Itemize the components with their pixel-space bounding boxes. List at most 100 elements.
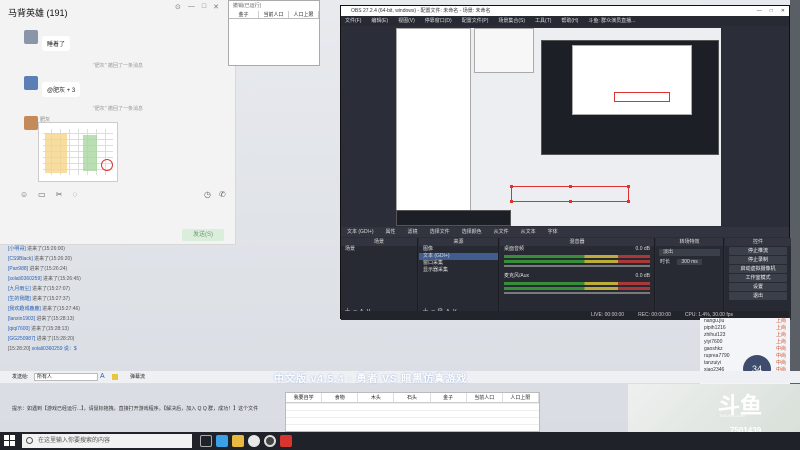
menu-scene-collection[interactable]: 场景集合(S)	[498, 16, 525, 26]
stream-overlay-text: 中文版 v4.5.4 · 勇者 VS 暗黑仿真游戏	[274, 374, 468, 385]
obs-icon[interactable]	[264, 435, 276, 447]
volume-meter	[504, 260, 650, 263]
column-header: 金子	[229, 11, 259, 18]
transitions-panel: 转场特效 淡出 时长 300 ms	[656, 238, 724, 320]
edge-icon[interactable]	[216, 435, 228, 447]
channel-level: 0.0 dB	[635, 273, 650, 279]
phone-icon[interactable]: ✆	[219, 190, 226, 199]
source-item[interactable]: 窗口采集	[419, 260, 498, 267]
volume-slider[interactable]	[504, 292, 650, 294]
menu-file[interactable]: 文件(F)	[345, 16, 361, 26]
game-app-icon[interactable]	[280, 435, 292, 447]
source-item[interactable]: 文本 (GDI+)	[419, 253, 498, 260]
obs-menubar: 文件(F) 编辑(E) 视图(V) 停靠窗口(D) 配置文件(P) 场景集合(S…	[341, 16, 789, 26]
viewer-row[interactable]: ruprea7790 中尚	[700, 353, 790, 360]
task-view-icon[interactable]	[200, 435, 212, 447]
from-text-option[interactable]: 从文本	[521, 227, 536, 237]
menu-profile[interactable]: 配置文件(P)	[462, 16, 489, 26]
obs-preview-canvas[interactable]	[396, 28, 721, 226]
text-source-selection[interactable]	[510, 185, 630, 203]
send-to-label: 发送给:	[12, 374, 29, 380]
folder-icon[interactable]: ▭	[38, 190, 46, 199]
column-header: 人口上限	[503, 393, 539, 402]
avatar[interactable]	[24, 76, 38, 90]
windows-start-icon[interactable]	[4, 435, 16, 447]
column-header: 金子	[431, 393, 467, 402]
maximize-icon[interactable]: □	[202, 3, 206, 11]
avatar[interactable]	[24, 30, 38, 44]
viewer-row[interactable]: gaoshkz 中尚	[700, 346, 790, 353]
filters-button[interactable]: 滤镜	[408, 227, 418, 237]
font-option[interactable]: 字体	[548, 227, 558, 237]
font-a-icon[interactable]: A	[100, 371, 105, 383]
stop-recording-button[interactable]: 停止录制	[729, 256, 787, 264]
transition-select[interactable]: 淡出	[659, 249, 720, 256]
log-line: [我欢趣城鹿鹿] 进来了(15:27:46)	[8, 306, 80, 312]
chrome-icon[interactable]	[248, 435, 260, 447]
recall-notice: "肥灰" 撤回了一条消息	[93, 106, 143, 112]
emoji-icon[interactable]: ☺	[20, 190, 28, 199]
column-header: 人口上限	[289, 11, 319, 18]
menu-tools[interactable]: 工具(T)	[535, 16, 551, 26]
from-file-option[interactable]: 从文件	[494, 227, 509, 237]
scene-item[interactable]: 场景	[341, 246, 417, 253]
settings-button[interactable]: 设置	[729, 283, 787, 291]
exit-button[interactable]: 退出	[729, 292, 787, 300]
select-file-button[interactable]: 选择文件	[430, 227, 450, 237]
viewer-row[interactable]: yiyi7600 上尚	[700, 339, 790, 346]
menu-edit[interactable]: 编辑(E)	[371, 16, 388, 26]
more-icon[interactable]: ⊙	[175, 3, 181, 11]
source-item[interactable]: 图像	[419, 246, 498, 253]
channel-level: 0.0 dB	[635, 246, 650, 252]
log-line: [九月雨尘] 进来了(15:27:07)	[8, 286, 70, 292]
danmu-toggle[interactable]: 弹幕流	[130, 371, 145, 383]
viewer-row[interactable]: zhihui123 上尚	[700, 332, 790, 339]
folder-icon[interactable]	[232, 435, 244, 447]
red-circle-annotation	[101, 159, 113, 171]
color-picker-icon[interactable]	[112, 374, 118, 380]
history-icon[interactable]: ◷	[204, 190, 211, 199]
taskbar-search-input[interactable]: 在这里输入你要搜索的内容	[22, 434, 192, 448]
douyu-logo-sub: DOUYU.COM	[720, 413, 745, 418]
close-icon[interactable]: ✕	[213, 3, 219, 11]
viewer-row[interactable]: nangu.jiu 上尚	[700, 318, 790, 325]
log-line: [lanxin1903] 进来了(15:28:13)	[8, 316, 75, 322]
minimize-icon[interactable]: —	[757, 6, 762, 16]
shared-image[interactable]	[38, 122, 118, 182]
panel-title: 转场特效	[656, 238, 723, 246]
column-header: 当前人口	[467, 393, 503, 402]
sheet-highlight	[45, 133, 67, 173]
search-icon	[26, 437, 33, 444]
preview-chat-window	[396, 28, 471, 223]
rec-timer: REC: 00:00:00	[638, 312, 671, 318]
avatar[interactable]	[24, 116, 38, 130]
scenes-panel: 场景 场景 ＋ − ∧ ∨	[341, 238, 418, 320]
virtual-camera-button[interactable]: 启动虚拟摄像机	[729, 265, 787, 273]
minimize-icon[interactable]: —	[188, 3, 195, 11]
chat-message: @肥灰 + 3	[42, 82, 81, 97]
select-color-button[interactable]: 选择颜色	[462, 227, 482, 237]
maximize-icon[interactable]: □	[770, 6, 773, 16]
menu-help[interactable]: 帮助(H)	[561, 16, 578, 26]
scissors-icon[interactable]: ✂	[56, 190, 63, 199]
close-icon[interactable]: ✕	[781, 6, 785, 16]
sheet-header: 金子 当前人口 人口上限	[229, 11, 319, 19]
source-item[interactable]: 显示器采集	[419, 267, 498, 274]
chat-title: 马背英雄 (191)	[8, 8, 68, 18]
menu-docks[interactable]: 停靠窗口(D)	[425, 16, 452, 26]
volume-slider[interactable]	[504, 265, 650, 267]
properties-button[interactable]: 属性	[386, 227, 396, 237]
send-button[interactable]: 发送(S)	[182, 229, 224, 241]
recipient-select[interactable]: 所有人	[34, 373, 98, 381]
menu-view[interactable]: 视图(V)	[398, 16, 415, 26]
duration-input[interactable]: 300 ms	[677, 259, 702, 265]
column-header: 食物	[322, 393, 359, 402]
log-line: [小明哥] 进来了(15:26:00)	[8, 246, 65, 252]
viewer-row[interactable]: pipih1216 上尚	[700, 325, 790, 332]
log-line: [solali0360259] 进来了(15:26:45)	[8, 276, 81, 282]
studio-mode-button[interactable]: 工作室模式	[729, 274, 787, 282]
stop-streaming-button[interactable]: 停止推流	[729, 247, 787, 255]
source-name: 文本 (GDI+)	[347, 229, 374, 235]
sources-panel: 来源 图像 文本 (GDI+) 窗口采集 显示器采集 ＋ − ⚙ ∧ ∨	[419, 238, 499, 320]
chat-bubble-icon[interactable]: ◌	[72, 190, 77, 199]
